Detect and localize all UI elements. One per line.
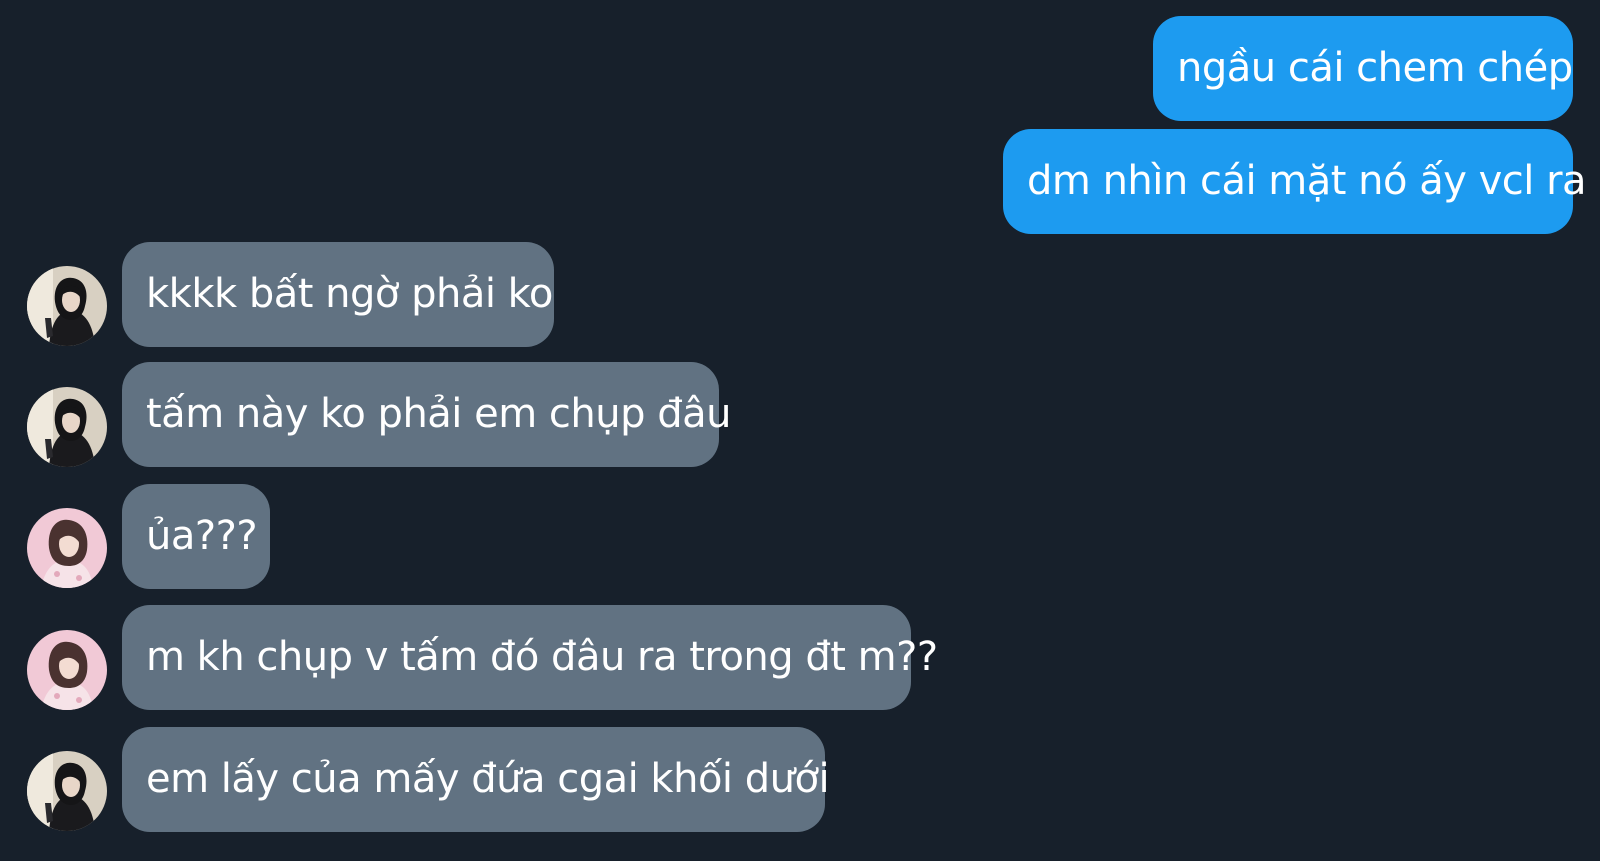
incoming-message[interactable]: em lấy của mấy đứa cgai khối dưới [122,727,830,832]
incoming-message[interactable]: tấm này ko phải em chụp đâu [122,362,731,467]
avatar-user-b[interactable] [27,508,107,588]
avatar-user-b[interactable] [27,630,107,710]
dark-profile-photo-icon [27,387,107,467]
avatar-user-a[interactable] [27,751,107,831]
incoming-message[interactable]: m kh chụp v tấm đó đâu ra trong đt m?? [122,605,938,710]
dark-profile-photo-icon [27,266,107,346]
dark-profile-photo-icon [27,751,107,831]
outgoing-message[interactable]: ngầu cái chem chép [1153,16,1573,121]
pink-profile-photo-icon [27,508,107,588]
pink-profile-photo-icon [27,630,107,710]
outgoing-message[interactable]: dm nhìn cái mặt nó ấy vcl ra [1003,129,1587,234]
incoming-message[interactable]: ủa??? [122,484,270,589]
chat-thread: ngầu cái chem chép dm nhìn cái mặt nó ấy… [0,0,1600,861]
avatar-user-a[interactable] [27,266,107,346]
incoming-message[interactable]: kkkk bất ngờ phải ko [122,242,554,347]
avatar-user-a[interactable] [27,387,107,467]
